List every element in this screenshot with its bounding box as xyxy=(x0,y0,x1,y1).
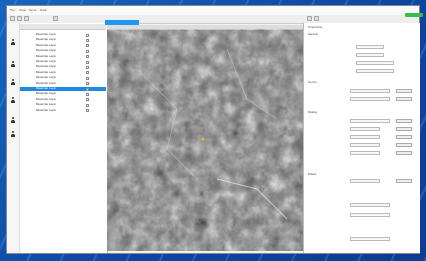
apply-button[interactable] xyxy=(396,97,412,101)
visibility-checkbox[interactable] xyxy=(86,87,89,91)
visibility-checkbox[interactable] xyxy=(86,65,89,69)
reset-button[interactable] xyxy=(396,119,412,123)
menu-tools[interactable]: Tools xyxy=(29,8,36,12)
alias-field[interactable] xyxy=(356,69,394,73)
run-button[interactable] xyxy=(405,13,423,17)
extent-button[interactable] xyxy=(396,179,412,183)
left-icon-strip xyxy=(7,23,20,253)
visibility-checkbox[interactable] xyxy=(86,38,89,42)
layer-label: Basemap Layer xyxy=(36,54,57,58)
layer-row[interactable]: Basemap Layer xyxy=(20,82,106,86)
home-button[interactable] xyxy=(24,16,29,21)
layer-label: Basemap Layer xyxy=(36,97,57,101)
section-display: Display xyxy=(308,111,318,114)
layer-label: Basemap Layer xyxy=(36,60,57,63)
properties-panel: Properties General Source Display Extent xyxy=(303,23,420,253)
layer-row[interactable]: Basemap Layer xyxy=(20,109,106,113)
visibility-checkbox[interactable] xyxy=(86,33,89,37)
format-field[interactable] xyxy=(350,97,390,101)
properties-title: Properties xyxy=(308,25,323,29)
visibility-checkbox[interactable] xyxy=(86,55,89,59)
user-icon[interactable] xyxy=(10,61,16,68)
app-window: File View Tools Help Basemap Layer Basema… xyxy=(6,5,423,254)
layer-row[interactable]: Basemap Layer xyxy=(20,33,106,37)
min-scale-field[interactable] xyxy=(350,127,380,131)
visibility-checkbox[interactable] xyxy=(86,60,89,64)
browse-button[interactable] xyxy=(396,89,412,93)
layer-label: Basemap Layer xyxy=(36,33,57,36)
layer-row[interactable]: Basemap Layer xyxy=(20,92,106,96)
satellite-map[interactable] xyxy=(107,25,303,251)
user-icon[interactable] xyxy=(10,117,16,124)
layer-row[interactable]: Basemap Layer xyxy=(20,38,106,42)
map-marker[interactable] xyxy=(201,137,205,141)
source-field[interactable] xyxy=(350,89,390,93)
layer-label: Basemap Layer xyxy=(36,38,57,42)
crs-field[interactable] xyxy=(350,203,390,207)
visibility-checkbox[interactable] xyxy=(86,76,89,80)
forward-button[interactable] xyxy=(17,16,22,21)
layers-panel: Basemap Layer Basemap Layer Basemap Layer B… xyxy=(7,23,108,253)
share-button[interactable] xyxy=(314,16,319,21)
layer-label: Basemap Layer xyxy=(36,108,57,112)
layer-row[interactable]: Basemap Layer xyxy=(20,98,106,102)
user-icon[interactable] xyxy=(10,131,16,138)
layer-row[interactable]: Basemap Layer xyxy=(20,103,106,107)
blend-button[interactable] xyxy=(396,143,412,147)
bounds-field[interactable] xyxy=(350,213,390,217)
visibility-checkbox[interactable] xyxy=(86,44,89,48)
set-max-button[interactable] xyxy=(396,135,412,139)
settings-button[interactable] xyxy=(307,16,312,21)
set-min-button[interactable] xyxy=(396,127,412,131)
layer-row[interactable]: Basemap Layer xyxy=(20,49,106,53)
visibility-checkbox[interactable] xyxy=(86,92,89,96)
layer-label: Basemap Layer xyxy=(36,81,57,85)
layer-label: Basemap Layer xyxy=(36,76,57,80)
layer-label: Basemap Layer xyxy=(36,87,57,90)
search-button[interactable] xyxy=(53,16,58,21)
visibility-checkbox[interactable] xyxy=(86,103,89,107)
visibility-checkbox[interactable] xyxy=(86,98,89,102)
layer-label: Basemap Layer xyxy=(36,49,57,53)
terrain-imagery xyxy=(107,29,303,251)
back-button[interactable] xyxy=(10,16,15,21)
user-icon[interactable] xyxy=(10,79,16,86)
id-field[interactable] xyxy=(356,61,394,65)
section-extent: Extent xyxy=(308,173,317,176)
layer-label: Basemap Layer xyxy=(36,43,57,47)
visibility-checkbox[interactable] xyxy=(86,109,89,113)
menu-help[interactable]: Help xyxy=(40,8,47,12)
layer-row[interactable]: Basemap Layer xyxy=(20,76,106,80)
layer-row[interactable]: Basemap Layer xyxy=(20,87,106,91)
layers-header xyxy=(20,24,106,30)
blend-field[interactable] xyxy=(350,143,380,147)
extent-field[interactable] xyxy=(350,179,380,183)
opacity-field[interactable] xyxy=(350,119,390,123)
layer-row[interactable]: Basemap Layer xyxy=(20,55,106,59)
user-icon[interactable] xyxy=(10,39,16,46)
layer-row[interactable]: Basemap Layer xyxy=(20,44,106,48)
layer-row[interactable]: Basemap Layer xyxy=(20,71,106,75)
gamma-field[interactable] xyxy=(350,151,380,155)
layer-row[interactable]: Basemap Layer xyxy=(20,65,106,69)
menu-file[interactable]: File xyxy=(10,8,15,12)
layer-label: Basemap Layer xyxy=(36,65,57,69)
visibility-checkbox[interactable] xyxy=(86,71,89,75)
layer-label: Basemap Layer xyxy=(36,103,57,107)
user-icon[interactable] xyxy=(10,97,16,104)
section-general: General xyxy=(308,33,318,36)
layer-label: Basemap Layer xyxy=(36,92,57,96)
notes-field[interactable] xyxy=(350,237,390,241)
visibility-checkbox[interactable] xyxy=(86,82,89,86)
layer-row[interactable]: Basemap Layer xyxy=(20,60,106,64)
name-field[interactable] xyxy=(356,45,384,49)
section-source: Source xyxy=(308,81,317,84)
type-field[interactable] xyxy=(356,53,384,57)
menu-view[interactable]: View xyxy=(19,8,26,12)
layer-label: Basemap Layer xyxy=(36,70,57,74)
max-scale-field[interactable] xyxy=(350,135,380,139)
gamma-button[interactable] xyxy=(396,151,412,155)
visibility-checkbox[interactable] xyxy=(86,49,89,53)
